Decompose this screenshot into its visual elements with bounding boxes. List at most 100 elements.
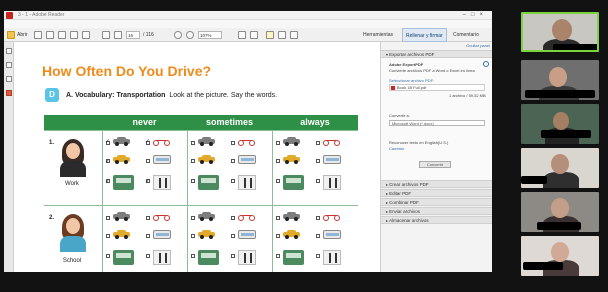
attachments-icon[interactable] [6, 76, 12, 82]
save-icon[interactable] [58, 31, 66, 39]
answer-checkbox[interactable] [316, 254, 320, 258]
car-icon [113, 212, 130, 221]
open-button[interactable]: Abrir [17, 30, 28, 40]
answer-checkbox[interactable] [106, 234, 110, 238]
answer-checkbox[interactable] [316, 141, 320, 145]
hide-panel-link[interactable]: Ocultar panel [466, 42, 490, 50]
pages-icon[interactable] [6, 48, 12, 54]
bicycle-icon [153, 137, 171, 146]
answer-checkbox[interactable] [231, 179, 235, 183]
convert-button[interactable]: Convertir [419, 161, 451, 168]
service-name: Adobe ExportPDF [389, 62, 424, 67]
answer-checkbox[interactable] [316, 159, 320, 163]
answer-checkbox[interactable] [316, 179, 320, 183]
tab-comment[interactable]: Comentario [450, 28, 482, 42]
answer-checkbox[interactable] [316, 234, 320, 238]
select-pdf-label[interactable]: Seleccionar archivo PDF: [389, 78, 434, 83]
participant-video-1[interactable] [521, 12, 599, 52]
window-controls[interactable]: –□× [463, 11, 488, 20]
fit-width-icon[interactable] [250, 31, 258, 39]
print-icon[interactable] [70, 31, 78, 39]
answer-checkbox[interactable] [231, 216, 235, 220]
answer-checkbox[interactable] [276, 159, 280, 163]
send-files-section[interactable]: Enviar archivos [381, 207, 492, 215]
table-row-school: 2. School [44, 205, 358, 272]
tab-fill-sign[interactable]: Rellenar y firmar [402, 28, 447, 42]
open-folder-icon[interactable] [7, 31, 15, 39]
bookmarks-icon[interactable] [6, 62, 12, 68]
answer-checkbox[interactable] [276, 234, 280, 238]
answer-checkbox[interactable] [191, 141, 195, 145]
page-number-field[interactable]: 16 [126, 31, 140, 39]
participant-video-3[interactable] [521, 104, 599, 144]
answer-checkbox[interactable] [146, 159, 150, 163]
participant-video-4[interactable] [521, 148, 599, 188]
frequency-table: never sometimes always 1. Work ✓ ✓ ✓ ✓ ✓ 2. [44, 115, 358, 272]
answer-checkbox[interactable] [191, 179, 195, 183]
navigation-rail [4, 42, 14, 272]
create-pdf-icon[interactable] [34, 31, 42, 39]
answer-checkbox[interactable] [146, 216, 150, 220]
prev-page-icon[interactable] [102, 31, 110, 39]
answer-checkbox[interactable] [146, 234, 150, 238]
answer-checkbox[interactable] [106, 216, 110, 220]
create-pdf-section[interactable]: Crear archivos PDF [381, 180, 492, 188]
answer-checkbox[interactable] [191, 254, 195, 258]
answer-checkbox[interactable] [146, 254, 150, 258]
email-icon[interactable] [82, 31, 90, 39]
title-bar: 3 - 1 - Adobe Reader –□× [4, 11, 492, 20]
answer-checkbox[interactable] [106, 254, 110, 258]
answer-checkbox[interactable] [276, 254, 280, 258]
tools-panel: Ocultar panel Exportar archivos PDF Adob… [380, 42, 492, 272]
answer-checkbox[interactable] [191, 234, 195, 238]
help-icon[interactable] [483, 61, 489, 67]
edit-icon[interactable] [46, 31, 54, 39]
participant-video-2[interactable] [521, 60, 599, 100]
vocab-heading: A. Vocabulary: Transportation [66, 92, 166, 99]
highlight-icon[interactable] [278, 31, 286, 39]
answer-checkbox[interactable] [231, 141, 235, 145]
edit-pdf-section[interactable]: Editar PDF [381, 189, 492, 197]
bicycle-icon [323, 137, 341, 146]
cell-sometimes [187, 206, 272, 272]
tab-tools[interactable]: Herramientas [360, 28, 396, 42]
answer-checkbox[interactable] [276, 141, 280, 145]
subway-icon [283, 175, 304, 190]
fit-page-icon[interactable] [238, 31, 246, 39]
bicycle-icon [323, 212, 341, 221]
bus-icon [153, 155, 171, 164]
document-page[interactable]: How Often Do You Drive? D A. Vocabulary:… [14, 42, 380, 272]
answer-checkbox[interactable] [276, 216, 280, 220]
ocr-change-link[interactable]: Cambiar [389, 146, 404, 151]
export-pdf-header[interactable]: Exportar archivos PDF [381, 50, 492, 58]
selected-file[interactable]: Book 1B Full.pdf [389, 84, 485, 91]
row-number: 2. [49, 215, 55, 221]
zoom-out-icon[interactable] [174, 31, 182, 39]
check-mark-icon: ✓ [105, 179, 111, 185]
participant-video-6[interactable] [521, 236, 599, 276]
page-total: / 116 [143, 32, 154, 38]
answer-checkbox[interactable] [316, 216, 320, 220]
answer-checkbox[interactable] [191, 216, 195, 220]
comment-icon[interactable] [266, 31, 274, 39]
signature-icon[interactable] [6, 90, 12, 96]
zoom-in-icon[interactable] [186, 31, 194, 39]
answer-checkbox[interactable] [231, 234, 235, 238]
answer-checkbox[interactable] [191, 159, 195, 163]
bus-icon [238, 155, 256, 164]
file-name: Book 1B Full.pdf [397, 85, 427, 90]
combine-pdf-section[interactable]: Combinar PDF [381, 198, 492, 206]
zoom-field[interactable]: 107% [198, 31, 222, 39]
row-label: School [62, 258, 82, 264]
convert-format-select[interactable]: Microsoft Word (*.docx) [389, 120, 485, 126]
sign-icon[interactable] [290, 31, 298, 39]
answer-checkbox[interactable] [276, 179, 280, 183]
next-page-icon[interactable] [114, 31, 122, 39]
answer-checkbox[interactable] [231, 254, 235, 258]
cell-never: ✓ ✓ ✓ ✓ ✓ [102, 131, 187, 206]
answer-checkbox[interactable] [231, 159, 235, 163]
store-files-section[interactable]: Almacenar archivos [381, 216, 492, 224]
convert-to-label: Convertir a: [389, 113, 410, 118]
subway-icon [198, 175, 219, 190]
participant-video-5[interactable] [521, 192, 599, 232]
